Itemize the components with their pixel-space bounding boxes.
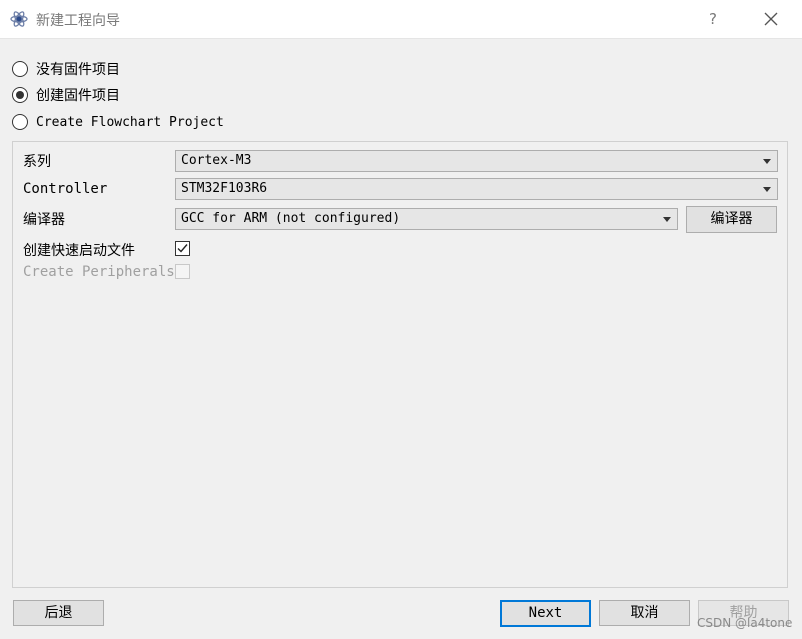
compiler-label: 编译器 bbox=[23, 212, 65, 228]
chevron-down-icon bbox=[663, 217, 671, 222]
compiler-value: GCC for ARM (not configured) bbox=[181, 211, 401, 226]
quickstart-label: 创建快速启动文件 bbox=[23, 243, 135, 259]
radio-label: 创建固件项目 bbox=[36, 88, 120, 104]
series-dropdown[interactable]: Cortex-M3 bbox=[175, 150, 778, 172]
radio-label: 没有固件项目 bbox=[36, 62, 120, 78]
radio-label: Create Flowchart Project bbox=[36, 114, 224, 130]
compiler-dropdown[interactable]: GCC for ARM (not configured) bbox=[175, 208, 678, 230]
radio-create-firmware[interactable]: 创建固件项目 bbox=[12, 85, 120, 105]
compiler-button[interactable]: 编译器 bbox=[686, 206, 777, 233]
close-icon[interactable] bbox=[760, 8, 782, 30]
chevron-down-icon bbox=[763, 159, 771, 164]
watermark: CSDN @la4tone bbox=[697, 616, 793, 630]
compiler-button-label: 编译器 bbox=[710, 211, 753, 227]
chevron-down-icon bbox=[763, 187, 771, 192]
radio-button[interactable] bbox=[12, 61, 28, 77]
peripherals-checkbox bbox=[175, 264, 190, 279]
quickstart-checkbox[interactable] bbox=[175, 241, 190, 256]
controller-value: STM32F103R6 bbox=[181, 181, 268, 196]
series-label: 系列 bbox=[23, 154, 51, 170]
cancel-button-label: 取消 bbox=[630, 605, 659, 621]
controller-dropdown[interactable]: STM32F103R6 bbox=[175, 178, 778, 200]
title-bar: 新建工程向导 ? bbox=[0, 0, 802, 39]
check-icon bbox=[177, 244, 188, 253]
window-title: 新建工程向导 bbox=[36, 13, 120, 29]
next-button-label: Next bbox=[528, 605, 563, 621]
peripherals-label: Create Peripherals bbox=[23, 264, 175, 280]
back-button-label: 后退 bbox=[44, 605, 73, 621]
radio-no-firmware[interactable]: 没有固件项目 bbox=[12, 59, 120, 79]
series-value: Cortex-M3 bbox=[181, 153, 252, 168]
next-button[interactable]: Next bbox=[500, 600, 591, 627]
controller-label: Controller bbox=[23, 181, 108, 197]
radio-button-selected[interactable] bbox=[12, 87, 28, 103]
cancel-button[interactable]: 取消 bbox=[599, 600, 690, 626]
app-icon bbox=[10, 11, 28, 27]
help-button[interactable]: ? bbox=[700, 6, 726, 32]
back-button[interactable]: 后退 bbox=[13, 600, 104, 626]
radio-button[interactable] bbox=[12, 114, 28, 130]
radio-create-flowchart[interactable]: Create Flowchart Project bbox=[12, 112, 224, 132]
